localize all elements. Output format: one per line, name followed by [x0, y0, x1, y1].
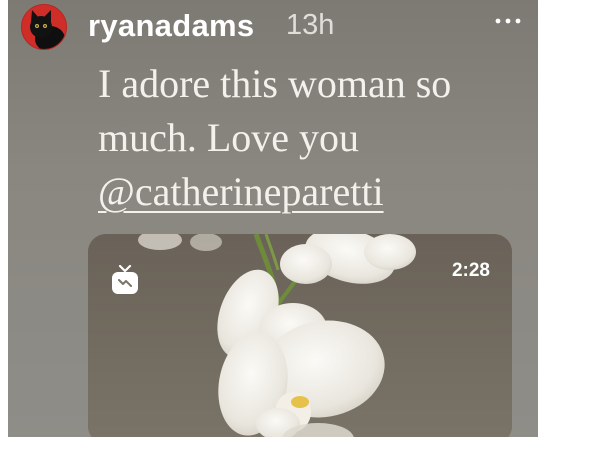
igtv-icon	[110, 264, 140, 296]
orchid-video-thumbnail	[88, 234, 512, 437]
more-options-icon[interactable]	[494, 14, 522, 28]
post-caption: I adore this woman so much. Love you @ca…	[98, 57, 528, 219]
story-post: ryanadams 13h I adore this woman so much…	[8, 0, 538, 437]
video-duration: 2:28	[451, 260, 490, 281]
caption-text: I adore this woman so much. Love you	[98, 61, 452, 160]
avatar[interactable]	[21, 4, 67, 50]
mention-link[interactable]: @catherineparetti	[98, 169, 384, 214]
post-header: ryanadams 13h	[8, 0, 538, 56]
post-timestamp: 13h	[286, 9, 335, 41]
black-cat-icon	[22, 5, 66, 49]
video-card[interactable]: 2:28	[88, 234, 512, 437]
username[interactable]: ryanadams	[88, 8, 254, 44]
